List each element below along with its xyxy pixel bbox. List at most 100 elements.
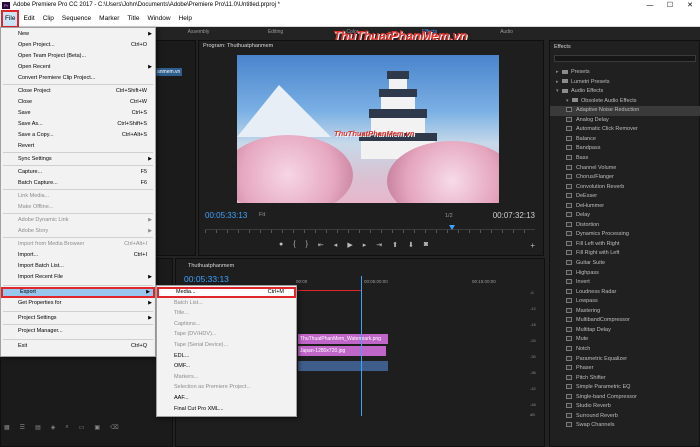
effects-folder[interactable]: ▸ Lumetri Presets bbox=[550, 78, 700, 88]
file-menu-item-sync-settings[interactable]: Sync Settings ▶ bbox=[1, 154, 155, 165]
menu-title[interactable]: Title bbox=[123, 12, 143, 26]
program-timecode[interactable]: 00:05:33:13 bbox=[205, 211, 247, 220]
maximize-icon[interactable]: ☐ bbox=[660, 0, 680, 11]
export-menu-item-final-cut-pro-xml[interactable]: Final Cut Pro XML... bbox=[157, 404, 296, 415]
file-menu-item-open-recent[interactable]: Open Recent ▶ bbox=[1, 62, 155, 73]
workspace-tab-editing[interactable]: Editing bbox=[237, 27, 314, 37]
resolution-select[interactable]: 1/2 bbox=[445, 213, 453, 219]
marker-icon[interactable]: ● bbox=[279, 241, 283, 249]
workspace-tab-audio[interactable]: Audio bbox=[468, 27, 545, 37]
file-menu-item-exit[interactable]: Exit Ctrl+Q bbox=[1, 341, 155, 352]
effects-folder[interactable]: ▾ Obsolete Audio Effects bbox=[550, 97, 700, 107]
file-menu-item-open-project[interactable]: Open Project... Ctrl+O bbox=[1, 40, 155, 51]
camera-icon[interactable]: ◙ bbox=[424, 241, 428, 249]
file-menu-item-convert-premiere-clip-project[interactable]: Convert Premiere Clip Project... bbox=[1, 73, 155, 84]
add-button-icon[interactable]: + bbox=[530, 241, 535, 250]
effects-item[interactable]: Parametric Equalizer bbox=[550, 355, 700, 365]
timeline-timecode[interactable]: 00:05:33:13 bbox=[184, 274, 229, 284]
menu-clip[interactable]: Clip bbox=[39, 12, 58, 26]
file-menu-item-import-batch-list[interactable]: Import Batch List... bbox=[1, 261, 155, 272]
effects-panel-title[interactable]: Effects bbox=[554, 44, 571, 50]
program-playhead[interactable] bbox=[449, 225, 455, 230]
step-forward-icon[interactable]: ▸ bbox=[363, 241, 367, 249]
effects-item[interactable]: Chorus/Flanger bbox=[550, 173, 700, 183]
search-icon[interactable]: ⌕ bbox=[65, 424, 68, 431]
go-to-in-icon[interactable]: ⇤ bbox=[318, 241, 324, 249]
effects-item[interactable]: Guitar Suite bbox=[550, 259, 700, 269]
file-menu-item-save[interactable]: Save Ctrl+S bbox=[1, 108, 155, 119]
source-clip-label[interactable]: anmem.vn bbox=[155, 68, 183, 76]
effects-item[interactable]: Delay bbox=[550, 211, 700, 221]
effects-item[interactable]: Mastering bbox=[550, 307, 700, 317]
clear-icon[interactable]: ⌫ bbox=[110, 424, 118, 431]
effects-item[interactable]: Studio Reverb bbox=[550, 402, 700, 412]
timeline-ruler[interactable]: 00:00 00:05:00:00 00:15:00:00 bbox=[296, 279, 536, 289]
effects-item[interactable]: Simple Parametric EQ bbox=[550, 383, 700, 393]
effects-item[interactable]: Bass bbox=[550, 154, 700, 164]
work-area-bar[interactable] bbox=[290, 290, 362, 291]
file-menu-item-get-properties-for[interactable]: Get Properties for ▶ bbox=[1, 298, 155, 309]
effects-folder[interactable]: ▾ Audio Effects bbox=[550, 87, 700, 97]
effects-item[interactable]: Fill Left with Right bbox=[550, 240, 700, 250]
file-menu-item-import[interactable]: Import... Ctrl+I bbox=[1, 250, 155, 261]
export-menu-item-edl[interactable]: EDL... bbox=[157, 351, 296, 362]
extract-icon[interactable]: ⬇ bbox=[408, 241, 414, 249]
effects-item[interactable]: Automatic Click Remover bbox=[550, 125, 700, 135]
file-menu-item-new[interactable]: New ▶ bbox=[1, 29, 155, 40]
export-menu-item-media[interactable]: Media... Ctrl+M bbox=[157, 287, 296, 298]
file-menu-item-capture[interactable]: Capture... F5 bbox=[1, 167, 155, 178]
effects-item[interactable]: Surround Reverb bbox=[550, 412, 700, 422]
export-menu-item-omf[interactable]: OMF... bbox=[157, 361, 296, 372]
menu-help[interactable]: Help bbox=[175, 12, 196, 26]
effects-item[interactable]: Balance bbox=[550, 135, 700, 145]
file-menu-item-open-team-project-beta[interactable]: Open Team Project (Beta)... bbox=[1, 51, 155, 62]
file-menu-item-save-a-copy[interactable]: Save a Copy... Ctrl+Alt+S bbox=[1, 130, 155, 141]
effects-item[interactable]: Phaser bbox=[550, 364, 700, 374]
icon-view-icon[interactable]: ▤ bbox=[35, 424, 41, 431]
file-menu-item-project-manager[interactable]: Project Manager... bbox=[1, 326, 155, 337]
file-menu-item-save-as[interactable]: Save As... Ctrl+Shift+S bbox=[1, 119, 155, 130]
effects-item[interactable]: Convolution Reverb bbox=[550, 183, 700, 193]
file-menu-item-project-settings[interactable]: Project Settings ▶ bbox=[1, 313, 155, 324]
workspace-tab-assembly[interactable]: Assembly bbox=[160, 27, 237, 37]
effects-folder[interactable]: ▸ Presets bbox=[550, 68, 700, 78]
menu-window[interactable]: Window bbox=[143, 12, 174, 26]
menu-marker[interactable]: Marker bbox=[95, 12, 123, 26]
minimize-icon[interactable]: — bbox=[640, 0, 660, 11]
timeline-playhead[interactable] bbox=[361, 276, 362, 416]
lift-icon[interactable]: ⬆ bbox=[392, 241, 398, 249]
file-menu-item-import-recent-file[interactable]: Import Recent File ▶ bbox=[1, 272, 155, 283]
effects-item[interactable]: MultibandCompressor bbox=[550, 316, 700, 326]
file-menu-item-export[interactable]: Export ▶ bbox=[1, 287, 155, 298]
effects-item[interactable]: DeEsser bbox=[550, 192, 700, 202]
mark-in-icon[interactable]: { bbox=[293, 241, 295, 249]
new-item-icon[interactable]: ▣ bbox=[94, 424, 100, 431]
effects-item[interactable]: Distortion bbox=[550, 221, 700, 231]
effects-item[interactable]: Invert bbox=[550, 278, 700, 288]
lock-icon[interactable]: ▦ bbox=[4, 424, 10, 431]
effects-search-input[interactable] bbox=[554, 55, 696, 62]
list-view-icon[interactable]: ☰ bbox=[20, 424, 25, 431]
file-menu-item-revert[interactable]: Revert bbox=[1, 141, 155, 152]
effects-item[interactable]: Highpass bbox=[550, 269, 700, 279]
play-icon[interactable]: ▶ bbox=[347, 241, 352, 249]
mark-out-icon[interactable]: } bbox=[306, 241, 308, 249]
effects-item[interactable]: Channel Volume bbox=[550, 164, 700, 174]
effects-item[interactable]: Multitap Delay bbox=[550, 326, 700, 336]
new-bin-icon[interactable]: ▭ bbox=[79, 424, 85, 431]
close-icon[interactable]: ✕ bbox=[680, 0, 700, 11]
file-menu-item-close-project[interactable]: Close Project Ctrl+Shift+W bbox=[1, 86, 155, 97]
effects-item[interactable]: Bandpass bbox=[550, 144, 700, 154]
effects-item[interactable]: Single-band Compressor bbox=[550, 393, 700, 403]
effects-item[interactable]: DeHummer bbox=[550, 202, 700, 212]
timeline-clip-watermark[interactable]: ThuThuatPhanMem_Watermark.png bbox=[298, 334, 388, 344]
timeline-tab[interactable]: Thuthuatphanmem bbox=[188, 263, 234, 269]
effects-item[interactable]: Loudness Radar bbox=[550, 288, 700, 298]
effects-item[interactable]: Mute bbox=[550, 335, 700, 345]
program-time-ruler[interactable] bbox=[205, 229, 535, 233]
effects-item[interactable]: Lowpass bbox=[550, 297, 700, 307]
menu-sequence[interactable]: Sequence bbox=[58, 12, 95, 26]
freeform-view-icon[interactable]: ◈ bbox=[51, 424, 56, 431]
effects-item[interactable]: Fill Right with Left bbox=[550, 249, 700, 259]
export-menu-item-aaf[interactable]: AAF... bbox=[157, 393, 296, 404]
